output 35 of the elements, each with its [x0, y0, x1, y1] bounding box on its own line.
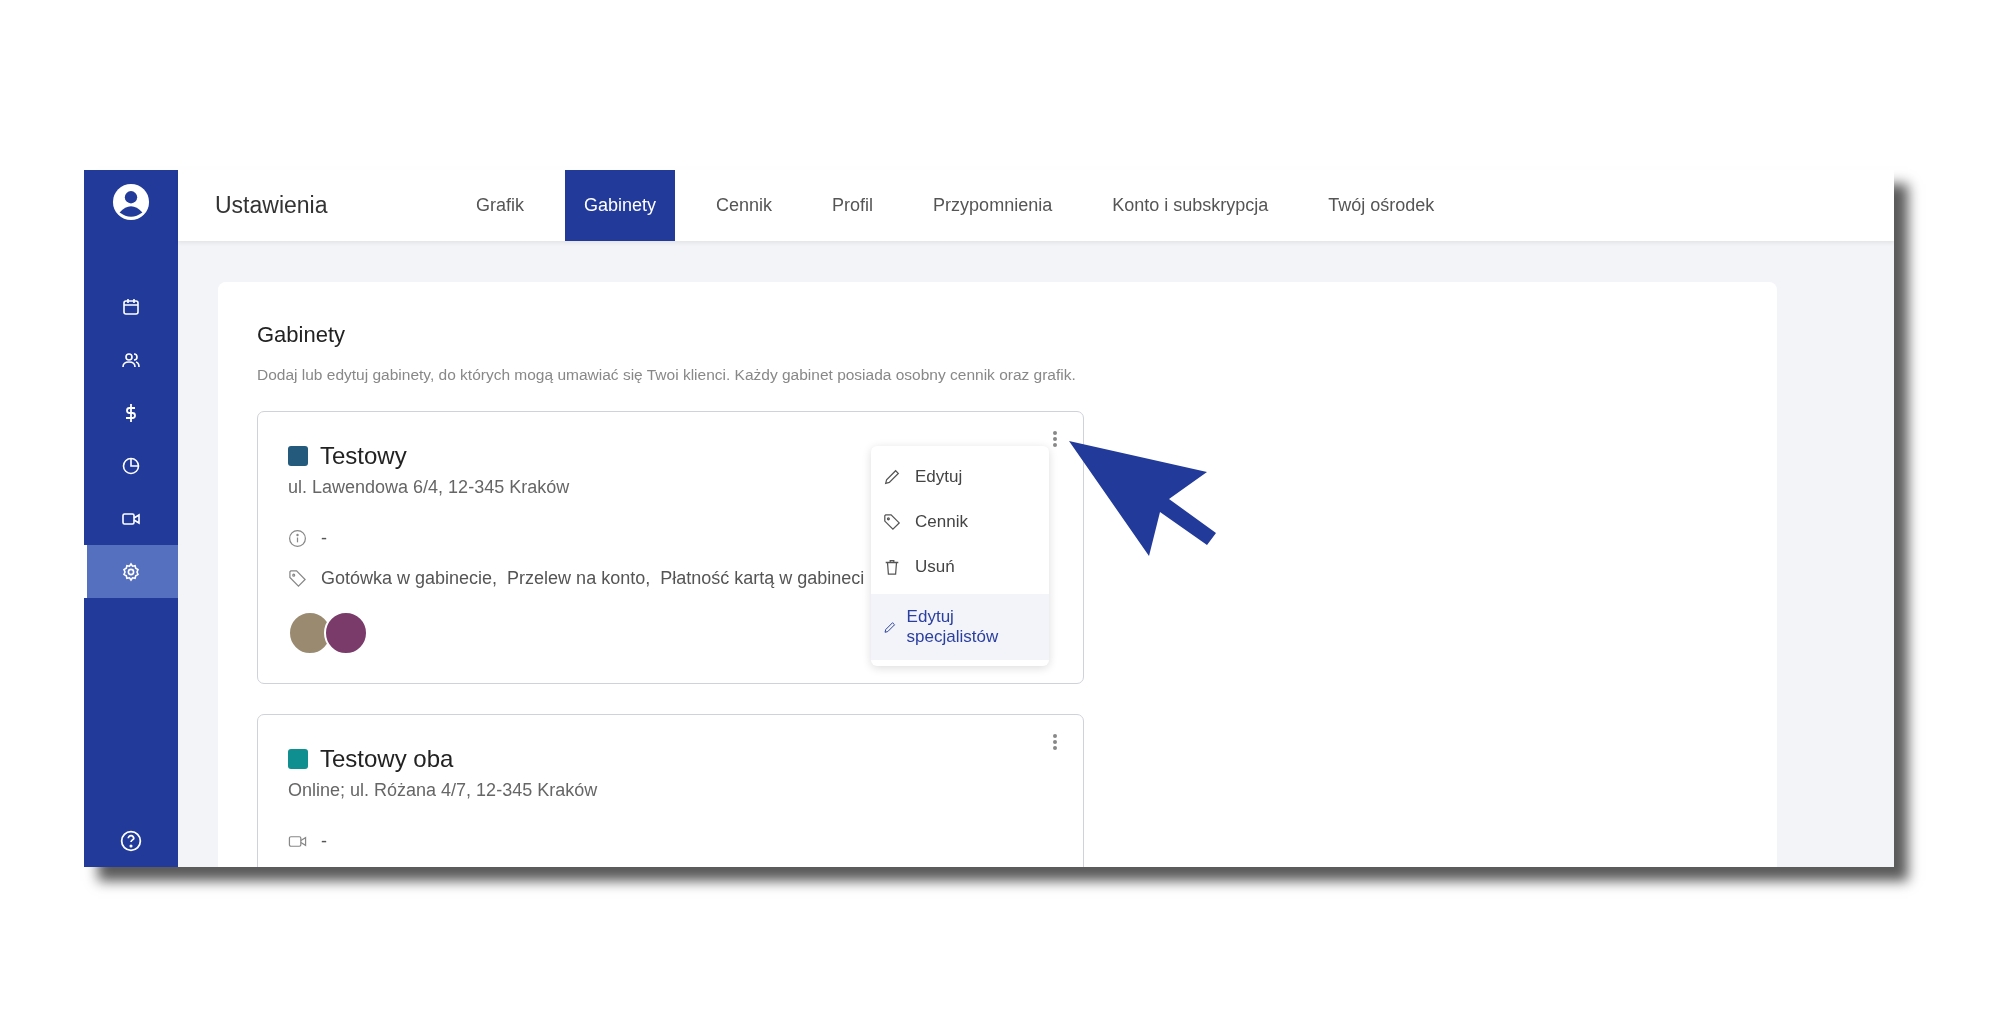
settings-icon: [121, 561, 141, 582]
tag-icon: [288, 569, 307, 588]
room-address: Online; ul. Różana 4/7, 12-345 Kraków: [288, 780, 598, 801]
room-address: ul. Lawendowa 6/4, 12-345 Kraków: [288, 477, 570, 498]
gear-nav-item[interactable]: [84, 545, 178, 598]
menu-item[interactable]: Edytuj: [871, 454, 1049, 499]
room-name: Testowy: [320, 442, 407, 470]
section-description: Dodaj lub edytuj gabinety, do których mogą umawiać się Twoi klienci. Każdy gabinet posiada osobny cennik oraz grafik.: [257, 366, 1077, 384]
menu-item[interactable]: Cennik: [871, 499, 1049, 544]
tab[interactable]: Konto i subskrypcja: [1082, 170, 1299, 241]
tag-icon: [883, 512, 901, 531]
room-detail: Gotówka w gabinecie, Przelew na konto, Płatność kartą w gabineci: [321, 568, 865, 589]
room-detail: -: [321, 831, 327, 852]
pie-chart-icon: [121, 455, 141, 476]
section-title: Gabinety: [257, 322, 347, 348]
tab[interactable]: Przypomnienia: [903, 170, 1083, 241]
menu-item[interactable]: Edytuj specjalistów: [871, 594, 1049, 660]
tab[interactable]: Profil: [802, 170, 904, 241]
room-detail: -: [321, 528, 327, 549]
help-icon[interactable]: [120, 830, 142, 852]
menu-item[interactable]: Usuń: [871, 544, 1049, 589]
user-avatar-icon[interactable]: [112, 183, 150, 221]
tab[interactable]: Twój ośrodek: [1298, 170, 1465, 241]
page-title: Ustawienia: [215, 192, 329, 219]
tab[interactable]: Cennik: [686, 170, 803, 241]
tab[interactable]: Grafik: [476, 170, 554, 241]
tab[interactable]: Gabinety: [565, 170, 676, 241]
pencil-icon: [883, 467, 901, 486]
pencil-icon: [883, 619, 897, 635]
room-name: Testowy oba: [320, 745, 454, 773]
calendar-icon: [121, 296, 141, 317]
more-options-icon[interactable]: [1052, 430, 1058, 448]
info-icon: [288, 529, 307, 548]
more-options-icon[interactable]: [1052, 733, 1058, 751]
trash-icon: [883, 557, 901, 576]
